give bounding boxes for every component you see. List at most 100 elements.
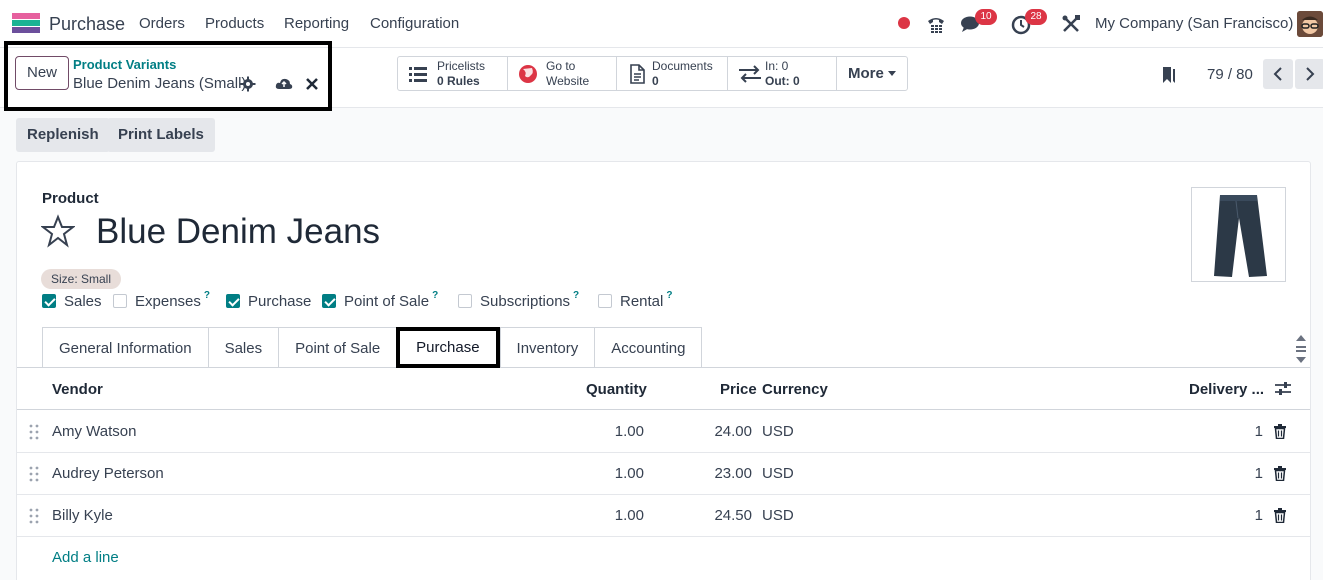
website-label: Go to xyxy=(546,59,576,73)
cell-delivery[interactable]: 1 xyxy=(1247,465,1263,482)
more-dropdown[interactable]: More xyxy=(837,57,907,90)
trash-icon[interactable] xyxy=(1273,466,1287,481)
col-currency[interactable]: Currency xyxy=(762,381,828,398)
table-row[interactable]: Amy Watson 1.00 24.00 USD 1 xyxy=(17,411,1310,453)
discard-icon[interactable] xyxy=(304,76,320,92)
checkbox-point-of-sale[interactable]: Point of Sale? xyxy=(322,290,438,310)
phone-icon[interactable] xyxy=(925,13,947,35)
col-delivery[interactable]: Delivery ... xyxy=(1189,381,1264,398)
checkbox-purchase[interactable]: Purchase xyxy=(226,292,311,310)
checkbox-expenses[interactable]: Expenses? xyxy=(113,290,210,310)
globe-icon xyxy=(519,65,537,83)
chevron-left-icon xyxy=(1273,67,1282,81)
menu-products[interactable]: Products xyxy=(205,15,264,32)
pager-next-button[interactable] xyxy=(1295,59,1323,89)
pricelists-label: Pricelists xyxy=(437,59,486,73)
column-settings-icon[interactable] xyxy=(1275,382,1291,396)
document-icon xyxy=(630,64,645,84)
cell-vendor[interactable]: Audrey Peterson xyxy=(52,465,164,482)
replenish-button[interactable]: Replenish xyxy=(16,118,110,152)
product-image[interactable] xyxy=(1191,187,1286,282)
checkbox-sales-label: Sales xyxy=(64,292,102,310)
checkbox-expenses-label: Expenses xyxy=(135,292,201,310)
jeans-image xyxy=(1214,195,1267,277)
cell-currency[interactable]: USD xyxy=(762,507,794,524)
in-out-button[interactable]: In: 0 Out: 0 xyxy=(728,57,837,90)
checkbox-sales[interactable]: Sales xyxy=(42,292,102,310)
documents-label: Documents xyxy=(652,59,713,73)
pricelists-button[interactable]: Pricelists 0 Rules xyxy=(398,57,508,90)
menu-configuration[interactable]: Configuration xyxy=(370,15,459,32)
chevron-right-icon xyxy=(1306,67,1315,81)
tab-point-of-sale[interactable]: Point of Sale xyxy=(278,327,397,368)
trash-icon[interactable] xyxy=(1273,508,1287,523)
pager-previous-button[interactable] xyxy=(1263,59,1293,89)
in-count: In: 0 xyxy=(765,59,789,73)
cell-price[interactable]: 24.00 xyxy=(707,423,752,440)
tools-icon[interactable] xyxy=(1060,13,1082,35)
menu-orders[interactable]: Orders xyxy=(139,15,185,32)
avatar[interactable] xyxy=(1297,11,1323,37)
cell-quantity[interactable]: 1.00 xyxy=(604,465,644,482)
tab-general-information[interactable]: General Information xyxy=(42,327,208,368)
smart-buttons: Pricelists 0 Rules Go to Website Documen… xyxy=(397,56,908,91)
tab-accounting[interactable]: Accounting xyxy=(594,327,703,368)
table-row[interactable]: Audrey Peterson 1.00 23.00 USD 1 xyxy=(17,453,1310,495)
pager-value[interactable]: 79 / 80 xyxy=(1207,66,1253,83)
product-label: Product xyxy=(42,190,99,207)
cell-quantity[interactable]: 1.00 xyxy=(604,423,644,440)
cell-price[interactable]: 23.00 xyxy=(707,465,752,482)
scroll-indicator-icon[interactable] xyxy=(1294,332,1308,366)
transfer-icon xyxy=(739,65,761,83)
cell-currency[interactable]: USD xyxy=(762,465,794,482)
record-dot-icon[interactable] xyxy=(898,17,910,29)
list-icon xyxy=(409,67,427,82)
gear-icon[interactable] xyxy=(240,76,256,92)
more-label: More xyxy=(848,65,884,82)
checkbox-purchase-label: Purchase xyxy=(248,292,312,310)
app-name[interactable]: Purchase xyxy=(49,14,125,35)
go-to-website-button[interactable]: Go to Website xyxy=(508,57,617,90)
help-icon[interactable]: ? xyxy=(204,290,210,301)
drag-handle-icon[interactable] xyxy=(29,424,39,440)
cell-currency[interactable]: USD xyxy=(762,423,794,440)
cell-quantity[interactable]: 1.00 xyxy=(604,507,644,524)
bookmark-icon[interactable] xyxy=(1161,65,1177,85)
documents-button[interactable]: Documents 0 xyxy=(617,57,728,90)
cloud-save-icon[interactable] xyxy=(275,76,293,92)
favorite-star-icon[interactable] xyxy=(41,214,75,248)
col-quantity[interactable]: Quantity xyxy=(586,381,647,398)
new-button[interactable]: New xyxy=(15,56,69,90)
form-sheet: Product Blue Denim Jeans Size: Small Sal… xyxy=(16,161,1311,580)
breadcrumb-parent[interactable]: Product Variants xyxy=(73,57,176,72)
company-switcher[interactable]: My Company (San Francisco) xyxy=(1095,15,1293,32)
product-name[interactable]: Blue Denim Jeans xyxy=(96,212,380,252)
app-logo-icon[interactable] xyxy=(12,13,40,33)
breadcrumb-current: Blue Denim Jeans (Small) xyxy=(73,75,247,92)
checkbox-rental[interactable]: Rental? xyxy=(598,290,672,310)
cell-delivery[interactable]: 1 xyxy=(1247,423,1263,440)
messages-badge: 10 xyxy=(975,9,997,25)
checkbox-subscriptions-label: Subscriptions xyxy=(480,292,571,310)
col-price[interactable]: Price xyxy=(720,381,757,398)
checkbox-pos-label: Point of Sale xyxy=(344,292,430,310)
print-labels-button[interactable]: Print Labels xyxy=(107,118,215,152)
cell-delivery[interactable]: 1 xyxy=(1247,507,1263,524)
add-line-link[interactable]: Add a line xyxy=(52,549,119,566)
checkbox-subscriptions[interactable]: Subscriptions? xyxy=(458,290,579,310)
help-icon[interactable]: ? xyxy=(432,290,438,301)
table-row[interactable]: Billy Kyle 1.00 24.50 USD 1 xyxy=(17,495,1310,537)
cell-vendor[interactable]: Billy Kyle xyxy=(52,507,113,524)
help-icon[interactable]: ? xyxy=(666,290,672,301)
col-vendor[interactable]: Vendor xyxy=(52,381,103,398)
tab-inventory[interactable]: Inventory xyxy=(499,327,595,368)
menu-reporting[interactable]: Reporting xyxy=(284,15,349,32)
tab-purchase[interactable]: Purchase xyxy=(396,327,500,368)
drag-handle-icon[interactable] xyxy=(29,508,39,524)
cell-price[interactable]: 24.50 xyxy=(707,507,752,524)
cell-vendor[interactable]: Amy Watson xyxy=(52,423,136,440)
tab-sales[interactable]: Sales xyxy=(207,327,279,368)
trash-icon[interactable] xyxy=(1273,424,1287,439)
help-icon[interactable]: ? xyxy=(573,290,579,301)
drag-handle-icon[interactable] xyxy=(29,466,39,482)
